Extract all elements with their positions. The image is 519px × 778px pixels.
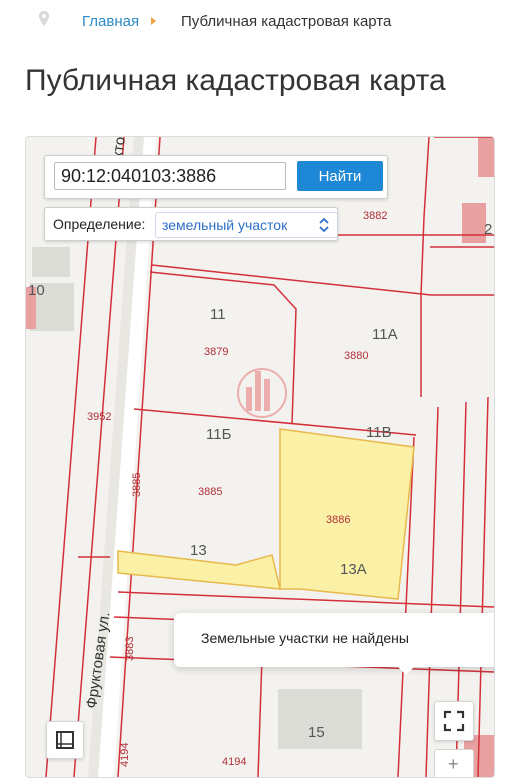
- cadastral-number-input[interactable]: [54, 162, 286, 190]
- house-number: 13А: [340, 561, 367, 578]
- building-shape: [478, 137, 494, 177]
- parcel-number: 3882: [363, 210, 387, 222]
- house-number: 11А: [372, 326, 398, 343]
- watermark-logo: [237, 368, 287, 418]
- parcel-number: 4194: [222, 756, 246, 768]
- cadastral-search-panel: Найти: [44, 155, 388, 199]
- zoom-in-button[interactable]: +: [434, 749, 474, 777]
- house-number: 10: [28, 282, 45, 299]
- parcel-number: 3883: [124, 637, 136, 661]
- house-number: 15: [308, 724, 325, 741]
- definition-label: Определение:: [53, 216, 146, 232]
- house-number: 11В: [366, 424, 392, 441]
- map-pin-icon: [39, 11, 49, 26]
- breadcrumb-home-link[interactable]: Главная: [82, 13, 139, 30]
- house-number: 2: [484, 221, 492, 238]
- cadastral-map[interactable]: Фруктовая ул. кто 3882 3879 3880 3952 38…: [25, 136, 495, 778]
- parcel-number-selected: 3886: [326, 514, 350, 526]
- parcel-number: 3879: [204, 346, 228, 358]
- breadcrumb-current: Публичная кадастровая карта: [181, 13, 392, 30]
- fullscreen-icon: [443, 710, 465, 732]
- definition-panel: Определение: земельный участок: [44, 207, 338, 241]
- chevron-right-icon: [151, 17, 156, 25]
- tooltip-tail: [396, 665, 416, 675]
- definition-select[interactable]: земельный участок: [155, 212, 338, 238]
- building-shape: [32, 247, 70, 277]
- parcel-number: 3880: [344, 350, 368, 362]
- house-number: 11: [210, 306, 226, 323]
- page-title: Публичная кадастровая карта: [25, 64, 446, 97]
- not-found-message: Земельные участки не найдены: [201, 630, 409, 646]
- parcel-number: 4194: [119, 743, 131, 767]
- house-number: 13: [190, 542, 207, 559]
- parcel-number: 3952: [87, 411, 111, 423]
- map-layers-button[interactable]: [46, 721, 84, 759]
- parcel-number: 3885: [198, 486, 222, 498]
- not-found-tooltip: Земельные участки не найдены: [174, 613, 494, 675]
- chevron-updown-icon: [319, 217, 329, 233]
- building-shape: [462, 203, 486, 243]
- plus-icon: +: [448, 754, 459, 774]
- fullscreen-button[interactable]: [434, 701, 474, 741]
- search-button[interactable]: Найти: [297, 161, 383, 191]
- parcel-number: 3885: [131, 473, 143, 497]
- breadcrumb: Главная Публичная кадастровая карта: [0, 0, 519, 44]
- layers-icon: [56, 731, 74, 749]
- house-number: 11Б: [206, 426, 232, 443]
- definition-select-value: земельный участок: [162, 217, 288, 233]
